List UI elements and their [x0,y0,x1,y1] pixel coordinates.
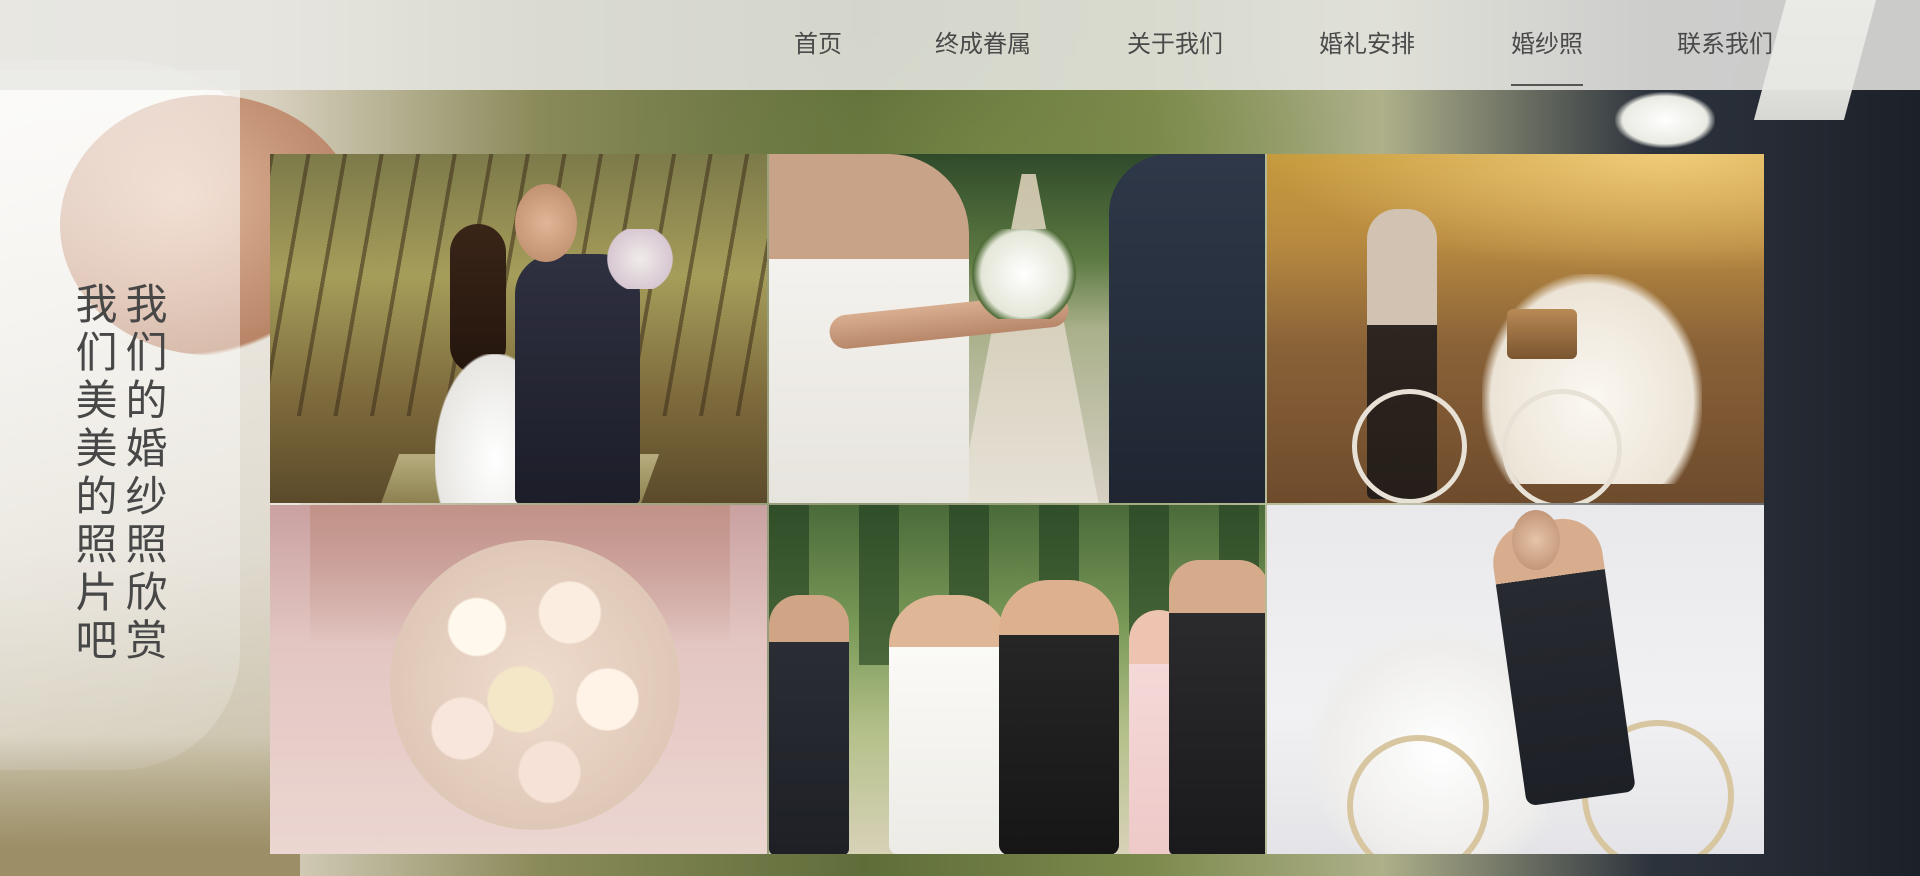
bouquet [968,229,1079,319]
nav-wedding-photos[interactable]: 婚纱照 [1511,22,1583,86]
bouquet [605,229,675,289]
photo-forest-kiss[interactable] [270,154,767,503]
guest-right [1168,560,1266,854]
bride-hair [450,224,506,374]
photo-hands-bouquet[interactable] [768,154,1266,503]
groom-figure [998,580,1119,854]
nav-about[interactable]: 关于我们 [1127,22,1223,86]
groom-suit [515,254,640,503]
photo-studio-bicycle[interactable] [1267,505,1764,854]
nav-wedding-schedule[interactable]: 婚礼安排 [1319,22,1415,86]
bike-wheel-front [1502,389,1623,503]
nav-contact[interactable]: 联系我们 [1677,22,1773,86]
sunset-glow [1267,154,1764,274]
background-ground [0,736,300,876]
background-boutonniere [1615,92,1715,148]
rose-bouquet [390,540,680,830]
country-road [958,174,1099,503]
bride-figure [888,595,1009,854]
photo-walking-with-guests[interactable] [768,505,1266,854]
bike-basket [1507,309,1578,359]
guest-left [768,595,849,854]
groom-head [515,184,577,262]
bike-wheel-rear [1352,389,1468,503]
side-title: 我们的婚纱照欣赏我们美美的照片吧 [69,282,168,666]
photo-gallery [270,154,1764,854]
photo-sunset-bicycle[interactable] [1267,154,1764,503]
bride-head [1512,510,1561,570]
nav-together[interactable]: 终成眷属 [935,22,1031,86]
nav-home[interactable]: 首页 [794,22,842,86]
groom-suit [1108,154,1266,503]
top-nav: 首页 终成眷属 关于我们 婚礼安排 婚纱照 联系我们 [0,0,1920,90]
photo-rose-bouquet[interactable] [270,505,767,854]
